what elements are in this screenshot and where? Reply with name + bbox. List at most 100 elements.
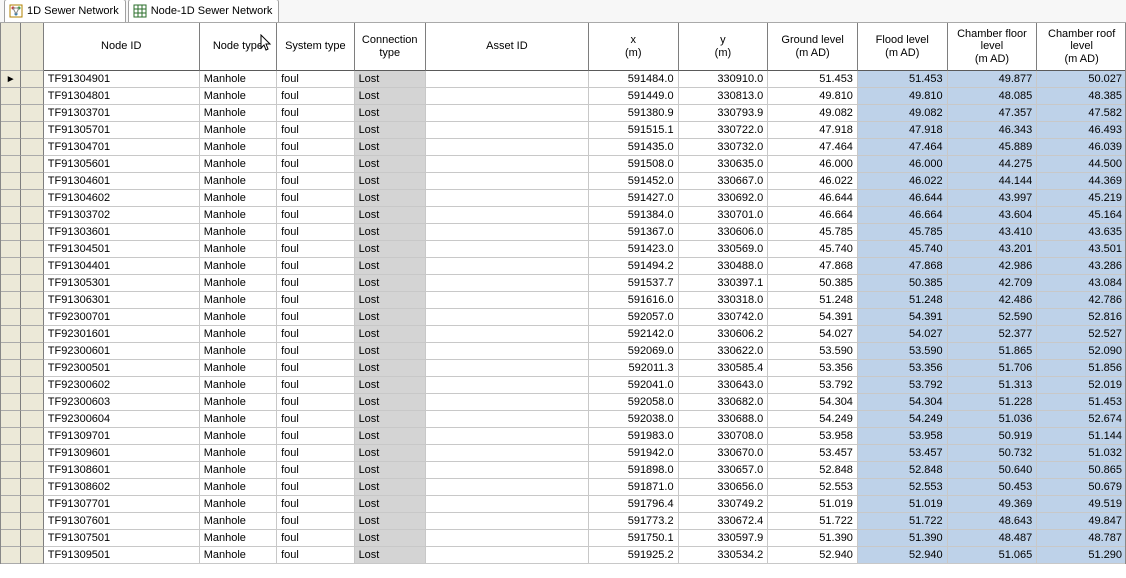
cell-flood-level[interactable]: 47.868 [858, 258, 948, 275]
cell-ground-level[interactable]: 49.082 [768, 105, 858, 122]
cell-system-type[interactable]: foul [277, 513, 354, 530]
cell-node-id[interactable]: TF91306301 [44, 292, 200, 309]
cell-asset-id[interactable] [426, 377, 589, 394]
cell-y[interactable]: 330682.0 [679, 394, 769, 411]
cell-ground-level[interactable]: 54.249 [768, 411, 858, 428]
cell-node-type[interactable]: Manhole [200, 71, 277, 88]
cell-node-id[interactable]: TF91309701 [44, 428, 200, 445]
cell-ground-level[interactable]: 54.027 [768, 326, 858, 343]
cell-x[interactable]: 592142.0 [589, 326, 679, 343]
cell-node-type[interactable]: Manhole [200, 122, 277, 139]
cell-y[interactable]: 330656.0 [679, 479, 769, 496]
cell-flood-level[interactable]: 45.740 [858, 241, 948, 258]
cell-chamber-floor[interactable]: 44.144 [948, 173, 1038, 190]
cell-node-type[interactable]: Manhole [200, 445, 277, 462]
cell-node-type[interactable]: Manhole [200, 224, 277, 241]
cell-node-type[interactable]: Manhole [200, 309, 277, 326]
cell-chamber-roof[interactable]: 51.144 [1037, 428, 1126, 445]
cell-x[interactable]: 591494.2 [589, 258, 679, 275]
cell-y[interactable]: 330670.0 [679, 445, 769, 462]
table-row[interactable]: TF91305601ManholefoulLost591508.0330635.… [1, 156, 1126, 173]
cell-x[interactable]: 591515.1 [589, 122, 679, 139]
cell-chamber-floor[interactable]: 51.036 [948, 411, 1038, 428]
cell-flood-level[interactable]: 51.019 [858, 496, 948, 513]
cell-connection-type[interactable]: Lost [355, 173, 426, 190]
cell-chamber-roof[interactable]: 43.635 [1037, 224, 1126, 241]
cell-node-id[interactable]: TF92300701 [44, 309, 200, 326]
cell-chamber-roof[interactable]: 52.019 [1037, 377, 1126, 394]
cell-node-type[interactable]: Manhole [200, 496, 277, 513]
cell-node-type[interactable]: Manhole [200, 156, 277, 173]
cell-node-type[interactable]: Manhole [200, 190, 277, 207]
cell-ground-level[interactable]: 52.940 [768, 547, 858, 564]
cell-node-id[interactable]: TF91305301 [44, 275, 200, 292]
row-header[interactable] [21, 462, 43, 479]
cell-x[interactable]: 592041.0 [589, 377, 679, 394]
cell-x[interactable]: 592069.0 [589, 343, 679, 360]
cell-ground-level[interactable]: 51.722 [768, 513, 858, 530]
cell-system-type[interactable]: foul [277, 496, 354, 513]
cell-system-type[interactable]: foul [277, 479, 354, 496]
cell-chamber-floor[interactable]: 49.369 [948, 496, 1038, 513]
cell-chamber-roof[interactable]: 49.847 [1037, 513, 1126, 530]
cell-ground-level[interactable]: 53.457 [768, 445, 858, 462]
cell-connection-type[interactable]: Lost [355, 122, 426, 139]
row-header[interactable] [21, 411, 43, 428]
table-row[interactable]: TF92300701ManholefoulLost592057.0330742.… [1, 309, 1126, 326]
cell-flood-level[interactable]: 52.553 [858, 479, 948, 496]
cell-y[interactable]: 330722.0 [679, 122, 769, 139]
cell-system-type[interactable]: foul [277, 377, 354, 394]
row-header[interactable] [21, 496, 43, 513]
cell-node-type[interactable]: Manhole [200, 326, 277, 343]
tab-1d-sewer-network[interactable]: 1D Sewer Network [4, 0, 126, 22]
row-header[interactable] [21, 326, 43, 343]
cell-system-type[interactable]: foul [277, 547, 354, 564]
cell-asset-id[interactable] [426, 122, 589, 139]
cell-ground-level[interactable]: 46.022 [768, 173, 858, 190]
cell-flood-level[interactable]: 49.082 [858, 105, 948, 122]
row-header[interactable] [21, 513, 43, 530]
cell-asset-id[interactable] [426, 88, 589, 105]
cell-flood-level[interactable]: 52.848 [858, 462, 948, 479]
cell-connection-type[interactable]: Lost [355, 513, 426, 530]
cell-system-type[interactable]: foul [277, 309, 354, 326]
cell-asset-id[interactable] [426, 156, 589, 173]
cell-flood-level[interactable]: 53.457 [858, 445, 948, 462]
cell-x[interactable]: 591427.0 [589, 190, 679, 207]
col-y[interactable]: y(m) [679, 23, 769, 71]
cell-chamber-floor[interactable]: 43.997 [948, 190, 1038, 207]
cell-connection-type[interactable]: Lost [355, 530, 426, 547]
col-chamber-roof[interactable]: Chamber rooflevel(m AD) [1037, 23, 1126, 71]
cell-flood-level[interactable]: 46.022 [858, 173, 948, 190]
cell-y[interactable]: 330585.4 [679, 360, 769, 377]
cell-chamber-floor[interactable]: 51.706 [948, 360, 1038, 377]
cell-x[interactable]: 591384.0 [589, 207, 679, 224]
cell-y[interactable]: 330318.0 [679, 292, 769, 309]
tab-node-1d-sewer-network[interactable]: Node-1D Sewer Network [128, 0, 280, 22]
cell-y[interactable]: 330910.0 [679, 71, 769, 88]
row-header[interactable] [21, 105, 43, 122]
cell-asset-id[interactable] [426, 207, 589, 224]
cell-ground-level[interactable]: 51.390 [768, 530, 858, 547]
cell-x[interactable]: 591983.0 [589, 428, 679, 445]
cell-ground-level[interactable]: 51.453 [768, 71, 858, 88]
cell-chamber-roof[interactable]: 45.219 [1037, 190, 1126, 207]
cell-chamber-floor[interactable]: 43.410 [948, 224, 1038, 241]
cell-flood-level[interactable]: 47.464 [858, 139, 948, 156]
cell-asset-id[interactable] [426, 190, 589, 207]
row-header[interactable] [21, 224, 43, 241]
cell-chamber-roof[interactable]: 44.500 [1037, 156, 1126, 173]
cell-node-type[interactable]: Manhole [200, 139, 277, 156]
cell-y[interactable]: 330708.0 [679, 428, 769, 445]
cell-asset-id[interactable] [426, 530, 589, 547]
cell-chamber-roof[interactable]: 42.786 [1037, 292, 1126, 309]
row-header[interactable] [21, 275, 43, 292]
cell-y[interactable]: 330488.0 [679, 258, 769, 275]
cell-system-type[interactable]: foul [277, 411, 354, 428]
cell-y[interactable]: 330534.2 [679, 547, 769, 564]
cell-x[interactable]: 591796.4 [589, 496, 679, 513]
cell-ground-level[interactable]: 49.810 [768, 88, 858, 105]
cell-chamber-floor[interactable]: 48.643 [948, 513, 1038, 530]
cell-chamber-roof[interactable]: 49.519 [1037, 496, 1126, 513]
cell-flood-level[interactable]: 45.785 [858, 224, 948, 241]
